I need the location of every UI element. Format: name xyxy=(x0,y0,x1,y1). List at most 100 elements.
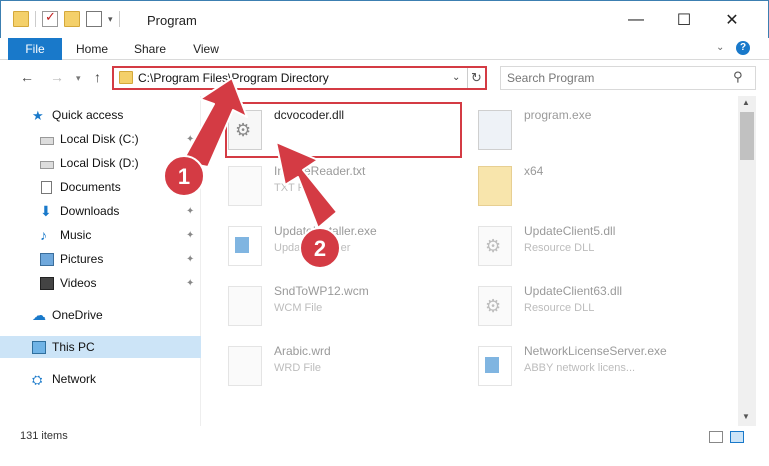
file-type: Resource DLL xyxy=(524,242,595,254)
computer-icon xyxy=(32,340,46,354)
file-type: ABBY network licens... xyxy=(524,362,636,374)
sidebar-item-label: Network xyxy=(52,372,97,386)
view-options-icon[interactable] xyxy=(86,11,102,27)
address-bar[interactable]: C:\Program Files\Program Directory ⌄ ↻ xyxy=(112,66,487,90)
music-icon: ♪ xyxy=(40,226,47,243)
search-box[interactable]: Search Program ⚲ xyxy=(500,66,756,90)
pin-icon: ✦ xyxy=(186,133,195,145)
sidebar-item-music[interactable]: ♪ Music ✦ xyxy=(0,224,201,246)
refresh-button[interactable]: ↻ xyxy=(467,68,485,88)
properties-check-icon[interactable] xyxy=(42,9,58,27)
help-icon[interactable]: ? xyxy=(736,41,750,55)
file-type: TXT File xyxy=(274,182,316,194)
file-type: Resource DLL xyxy=(524,302,595,314)
up-button[interactable]: ↑ xyxy=(94,69,101,85)
sidebar-item-videos[interactable]: Videos ✦ xyxy=(0,272,201,294)
search-icon[interactable]: ⚲ xyxy=(733,69,743,85)
tab-share[interactable]: Share xyxy=(128,38,172,60)
installer-icon xyxy=(228,226,262,266)
sidebar-item-label: OneDrive xyxy=(52,308,103,322)
file-item-program-exe[interactable]: program.exe xyxy=(452,104,692,160)
folder-icon[interactable] xyxy=(13,11,29,27)
folder-icon xyxy=(119,71,133,84)
scroll-thumb[interactable] xyxy=(740,112,754,160)
scroll-down-icon[interactable]: ▼ xyxy=(742,412,750,421)
file-item-updateclient5[interactable]: ⚙ UpdateClient5.dll Resource DLL xyxy=(452,220,692,276)
sidebar-item-pictures[interactable]: Pictures ✦ xyxy=(0,248,201,270)
sidebar-item-this-pc[interactable]: This PC xyxy=(0,336,201,358)
new-folder-icon[interactable] xyxy=(64,11,80,27)
file-item-network-license-server[interactable]: NetworkLicenseServer.exe ABBY network li… xyxy=(452,340,692,396)
pin-icon: ✦ xyxy=(186,253,195,265)
file-icon xyxy=(228,286,262,326)
quick-access-toolbar: ▾ xyxy=(13,9,120,27)
document-icon xyxy=(41,180,52,194)
recent-locations-chevron-icon[interactable]: ▾ xyxy=(76,73,81,84)
sidebar-item-label: Pictures xyxy=(60,252,104,266)
file-item-wcm[interactable]: SndToWP12.wcm WCM File xyxy=(202,280,442,336)
file-name: UpdateInstaller.exe xyxy=(274,224,377,238)
address-path[interactable]: C:\Program Files\Program Directory xyxy=(138,71,329,85)
file-item-update-installer[interactable]: UpdateInstaller.exe Update installer xyxy=(202,220,442,276)
disk-icon xyxy=(40,136,54,145)
item-count: 131 items xyxy=(20,430,68,442)
file-name: SndToWP12.wcm xyxy=(274,284,369,298)
download-icon: ⬇ xyxy=(40,202,52,219)
scroll-up-icon[interactable]: ▲ xyxy=(742,98,750,107)
file-highlight-box xyxy=(225,102,462,158)
sidebar-item-downloads[interactable]: ⬇ Downloads ✦ xyxy=(0,200,201,222)
pictures-icon xyxy=(40,252,54,266)
sidebar-item-quick-access[interactable]: ★ Quick access xyxy=(0,104,201,126)
sidebar-item-label: Music xyxy=(60,228,92,242)
maximize-button[interactable]: ☐ xyxy=(661,1,707,39)
minimize-button[interactable]: — xyxy=(613,1,659,39)
sidebar-item-onedrive[interactable]: ☁ OneDrive xyxy=(0,304,201,326)
tab-view[interactable]: View xyxy=(184,38,228,60)
file-item-x64-folder[interactable]: x64 xyxy=(452,160,692,216)
dll-gear-icon: ⚙ xyxy=(478,226,512,266)
search-input[interactable]: Search Program xyxy=(507,71,594,85)
expand-ribbon-chevron-icon[interactable]: ⌄ xyxy=(716,42,724,53)
file-item-arabic-wrd[interactable]: Arabic.wrd WRD File xyxy=(202,340,442,396)
title-bar: ▾ Program — ☐ ✕ xyxy=(0,0,769,38)
star-icon: ★ xyxy=(32,107,44,123)
file-type: Update installer xyxy=(274,242,351,254)
file-type: WRD File xyxy=(274,362,322,374)
sidebar-item-label: Downloads xyxy=(60,204,120,218)
address-dropdown-icon[interactable]: ⌄ xyxy=(452,72,460,83)
sidebar-item-label: Documents xyxy=(60,180,121,194)
sidebar-item-label: Quick access xyxy=(52,108,124,122)
forward-button[interactable]: → xyxy=(50,69,64,85)
tab-home[interactable]: Home xyxy=(70,38,114,60)
installer-icon xyxy=(478,346,512,386)
videos-icon xyxy=(40,276,54,290)
pin-icon: ✦ xyxy=(186,229,195,241)
file-icon xyxy=(228,346,262,386)
disk-icon xyxy=(40,160,54,169)
vertical-scrollbar[interactable]: ▲ ▼ xyxy=(738,96,756,426)
back-button[interactable]: ← xyxy=(20,69,34,85)
sidebar-item-local-disk-c[interactable]: Local Disk (C:) ✦ xyxy=(0,128,201,150)
toolbar-divider xyxy=(118,11,120,27)
sidebar-item-label: Local Disk (D:) xyxy=(60,156,139,170)
pin-icon: ✦ xyxy=(186,205,195,217)
customize-toolbar-chevron-icon[interactable]: ▾ xyxy=(108,14,113,25)
file-name: UpdateClient5.dll xyxy=(524,224,616,238)
status-bar: 131 items xyxy=(0,426,769,448)
sidebar-item-documents[interactable]: Documents xyxy=(0,176,201,198)
file-item-updateclient63[interactable]: ⚙ UpdateClient63.dll Resource DLL xyxy=(452,280,692,336)
sidebar-item-network[interactable]: ⛭ Network xyxy=(0,368,201,390)
tab-file[interactable]: File xyxy=(8,38,62,60)
toolbar-divider xyxy=(35,11,36,27)
navigation-bar: ← → ▾ ↑ C:\Program Files\Program Directo… xyxy=(0,60,769,96)
sidebar-item-local-disk-d[interactable]: Local Disk (D:) xyxy=(0,152,201,174)
close-button[interactable]: ✕ xyxy=(709,1,755,39)
file-name: UpdateClient63.dll xyxy=(524,284,623,298)
file-name: x64 xyxy=(524,164,544,178)
ribbon-tabs: File Home Share View ⌄ ? xyxy=(0,38,769,60)
large-icons-view-icon[interactable] xyxy=(730,431,744,443)
network-icon: ⛭ xyxy=(32,371,43,387)
details-view-icon[interactable] xyxy=(709,431,723,443)
file-item-txt[interactable]: ImFineReader.txt TXT File xyxy=(202,160,442,216)
sidebar-item-label: Local Disk (C:) xyxy=(60,132,139,146)
